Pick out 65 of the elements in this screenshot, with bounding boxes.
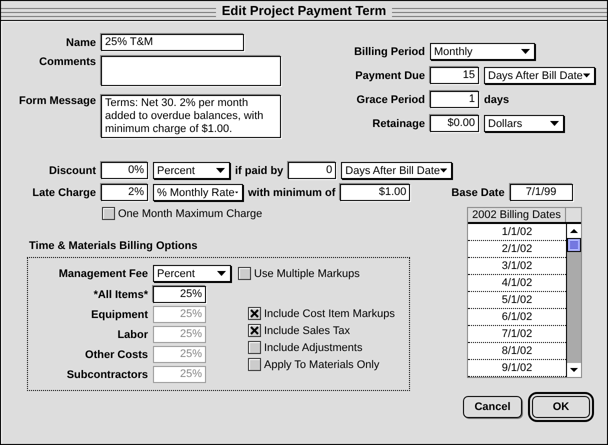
scrollbar[interactable] bbox=[566, 224, 581, 377]
field-label: Comments bbox=[38, 56, 96, 68]
name-field[interactable]: 25% T&M bbox=[101, 34, 244, 51]
checkbox[interactable] bbox=[248, 307, 261, 320]
caret-icon bbox=[582, 73, 590, 78]
discount-days-unit-dropdown[interactable]: Days After Bill Date bbox=[341, 162, 452, 179]
management-fee-dropdown[interactable]: Percent bbox=[153, 265, 231, 282]
field-label: Late Charge bbox=[31, 186, 96, 198]
field-label: Management Fee bbox=[58, 268, 148, 280]
checkbox[interactable] bbox=[248, 324, 261, 337]
billing-period-dropdown[interactable]: Monthly bbox=[430, 43, 535, 60]
field-label: Subcontractors bbox=[66, 368, 148, 380]
discount-unit-dropdown[interactable]: Percent bbox=[153, 162, 230, 179]
retainage-field[interactable]: $0.00 bbox=[430, 115, 479, 132]
markup-field[interactable]: 25% bbox=[153, 286, 206, 303]
checkbox[interactable] bbox=[248, 341, 261, 354]
field-label: Base Date bbox=[451, 186, 505, 198]
window-title: Edit Project Payment Term bbox=[216, 3, 392, 18]
unit-label: days bbox=[484, 94, 510, 106]
checkbox[interactable] bbox=[102, 207, 115, 220]
field-label: Other Costs bbox=[84, 348, 148, 360]
checkbox[interactable] bbox=[248, 358, 261, 371]
x-mark-icon bbox=[250, 326, 259, 335]
late-charge-unit-dropdown[interactable]: % Monthly Rate bbox=[153, 184, 243, 201]
cancel-button[interactable]: Cancel bbox=[463, 396, 522, 418]
discount-days-field[interactable]: 0 bbox=[288, 162, 336, 179]
grace-period-field[interactable]: 1 bbox=[430, 91, 479, 108]
field-label: *All Items* bbox=[92, 288, 148, 300]
checkbox-label: Use Multiple Markups bbox=[254, 268, 360, 280]
late-charge-field[interactable]: 2% bbox=[101, 184, 148, 201]
discount-field[interactable]: 0% bbox=[101, 162, 148, 179]
payment-due-field[interactable]: 15 bbox=[430, 67, 479, 84]
field-label: Billing Period bbox=[353, 46, 425, 58]
checkbox[interactable] bbox=[238, 267, 251, 280]
field-label: Name bbox=[65, 36, 96, 48]
connector-label: with minimum of bbox=[248, 186, 336, 198]
caret-icon bbox=[550, 121, 559, 126]
field-label: Retainage bbox=[371, 118, 425, 130]
section-title: Time & Materials Billing Options bbox=[29, 240, 198, 252]
field-label: Payment Due bbox=[354, 70, 425, 82]
field-label: Labor bbox=[116, 328, 148, 340]
caret-icon bbox=[440, 168, 448, 173]
comments-field[interactable] bbox=[101, 56, 281, 86]
field-label: Discount bbox=[48, 164, 96, 176]
checkbox-label: One Month Maximum Charge bbox=[118, 208, 262, 220]
field-label: Form Message bbox=[18, 95, 96, 107]
caret-icon bbox=[217, 271, 226, 276]
x-mark-icon bbox=[250, 309, 259, 318]
scroll-down-icon[interactable] bbox=[567, 363, 581, 377]
checkbox-label: Apply To Materials Only bbox=[264, 358, 380, 370]
field-label: Grace Period bbox=[356, 94, 425, 106]
form-message-field[interactable]: Terms: Net 30. 2% per month added to overdue balances, with minimum charge of $1.00. bbox=[101, 95, 281, 138]
payment-due-unit-dropdown[interactable]: Days After Bill Date bbox=[484, 67, 595, 84]
checkbox-label: Include Cost Item Markups bbox=[264, 308, 395, 320]
retainage-unit-dropdown[interactable]: Dollars bbox=[484, 115, 564, 132]
field-label: Equipment bbox=[90, 308, 148, 320]
checkbox-label: Include Adjustments bbox=[264, 342, 362, 354]
checkbox-label: Include Sales Tax bbox=[264, 324, 350, 336]
base-date-field[interactable]: 7/1/99 bbox=[510, 184, 573, 201]
scroll-thumb-icon[interactable] bbox=[567, 238, 581, 252]
caret-icon bbox=[216, 168, 225, 173]
scroll-up-icon[interactable] bbox=[567, 224, 581, 238]
minimum-charge-field[interactable]: $1.00 bbox=[340, 184, 410, 201]
connector-label: if paid by bbox=[235, 164, 284, 176]
caret-icon bbox=[521, 49, 530, 54]
